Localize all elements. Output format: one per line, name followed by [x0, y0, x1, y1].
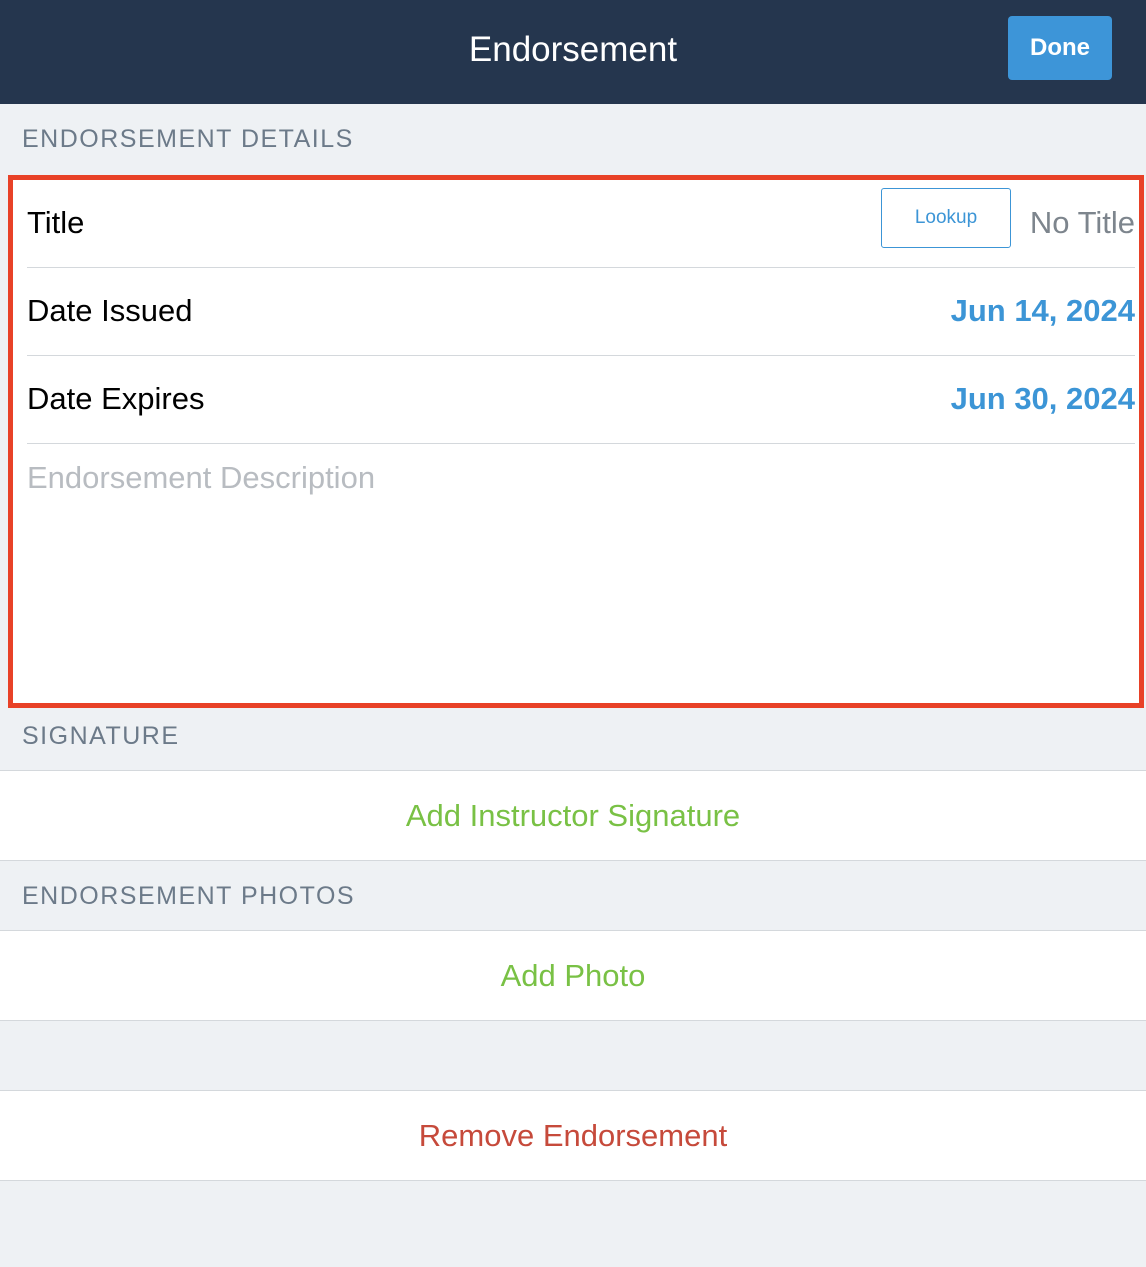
date-expires-value[interactable]: Jun 30, 2024	[951, 356, 1135, 444]
section-header-endorsement-details: ENDORSEMENT DETAILS	[22, 125, 354, 153]
navigation-bar: Endorsement Done	[0, 0, 1146, 104]
date-issued-label: Date Issued	[27, 293, 193, 328]
date-issued-value[interactable]: Jun 14, 2024	[951, 268, 1135, 356]
title-label: Title	[27, 205, 85, 240]
section-header-endorsement-photos: ENDORSEMENT PHOTOS	[22, 882, 356, 910]
date-issued-row[interactable]: Date Issued Jun 14, 2024	[27, 268, 1135, 356]
page-title: Endorsement	[468, 30, 678, 69]
add-photo-button[interactable]: Add Photo	[0, 930, 1146, 1021]
add-instructor-signature-button[interactable]: Add Instructor Signature	[0, 770, 1146, 861]
lookup-button[interactable]: Lookup	[881, 188, 1011, 248]
description-field[interactable]: Endorsement Description	[27, 453, 1135, 703]
done-button[interactable]: Done	[1008, 16, 1112, 80]
remove-endorsement-button[interactable]: Remove Endorsement	[0, 1090, 1146, 1181]
title-row[interactable]: Title Lookup No Title	[27, 180, 1135, 268]
section-header-signature: SIGNATURE	[22, 722, 180, 750]
endorsement-details-card: Title Lookup No Title Date Issued Jun 14…	[8, 175, 1144, 708]
date-expires-label: Date Expires	[27, 381, 205, 416]
date-expires-row[interactable]: Date Expires Jun 30, 2024	[27, 356, 1135, 444]
title-value: No Title	[1029, 205, 1135, 240]
